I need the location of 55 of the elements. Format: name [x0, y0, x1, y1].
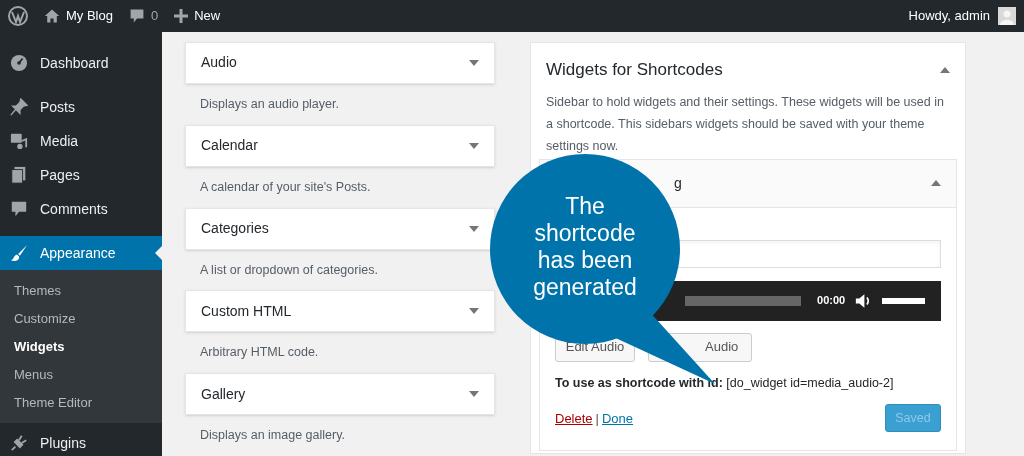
pin-icon — [10, 98, 28, 116]
volume-fill[interactable] — [882, 297, 925, 304]
link-separator: | — [595, 409, 599, 428]
greeting-link[interactable]: Howdy, admin — [908, 6, 990, 26]
done-link[interactable]: Done — [601, 408, 634, 428]
expand-arrow-icon[interactable] — [469, 225, 479, 232]
site-name-link[interactable]: My Blog — [66, 6, 113, 26]
menu-item[interactable]: Plugins — [0, 426, 162, 456]
plug-icon — [10, 434, 28, 452]
progress-track[interactable] — [685, 295, 802, 306]
widget-description: Arbitrary HTML code. — [199, 344, 320, 362]
expand-arrow-icon[interactable] — [469, 391, 479, 398]
widget-area-description: Sidebar to hold widgets and their settings. These widgets will be used in a shortcode. This sidebars widgets should be saved with your theme settings now. — [545, 93, 945, 155]
submenu-item[interactable]: Themes — [0, 277, 162, 305]
widget-description: Displays an image gallery. — [199, 427, 346, 445]
widget-area-title[interactable]: Widgets for Shortcodes — [546, 57, 723, 83]
expand-arrow-icon[interactable] — [469, 142, 479, 149]
widget-header[interactable]: Calendar — [185, 124, 495, 167]
delete-link[interactable]: Delete — [555, 408, 593, 428]
plus-icon — [174, 9, 189, 23]
time-display: 00:00 — [817, 293, 846, 309]
menu-item[interactable]: Appearance — [0, 236, 162, 270]
widget-header[interactable]: Custom HTML — [185, 290, 495, 333]
comments-count[interactable]: 0 — [150, 6, 159, 26]
collapse-arrow-icon[interactable] — [940, 66, 950, 73]
widget-header[interactable]: Audio — [185, 42, 495, 84]
menu-item[interactable]: Posts — [0, 90, 162, 124]
expand-arrow-icon[interactable] — [469, 308, 479, 315]
current-menu-pointer — [155, 246, 162, 260]
menu-item[interactable]: Dashboard — [0, 46, 162, 80]
speech-bubble-icon — [10, 200, 28, 218]
submenu-item[interactable]: Theme Editor — [0, 389, 162, 417]
widget-description: A list or dropdown of categories. — [199, 261, 379, 279]
new-link[interactable]: New — [194, 6, 221, 26]
submenu-item[interactable]: Widgets — [0, 333, 162, 361]
shortcode-text: To use as shortcode with id: [do_widget id=media_audio-2] — [555, 374, 895, 392]
widget-header[interactable]: Gallery — [185, 373, 495, 416]
speech-bubble-icon — [128, 8, 145, 24]
collapse-arrow-icon[interactable] — [931, 180, 941, 186]
submenu-item[interactable]: Customize — [0, 305, 162, 333]
menu-item[interactable]: Pages — [0, 158, 162, 192]
menu-item[interactable]: Comments — [0, 192, 162, 226]
widget-description: Displays an audio player. — [199, 96, 340, 113]
pages-icon — [10, 166, 28, 184]
home-icon — [44, 8, 60, 24]
submenu-item[interactable]: Menus — [0, 361, 162, 389]
widget-header[interactable]: Categories — [185, 207, 495, 250]
menu-item[interactable]: Media — [0, 124, 162, 158]
paintbrush-icon — [10, 244, 28, 262]
media-icon — [10, 132, 28, 150]
gauge-icon — [10, 54, 28, 72]
expand-arrow-icon[interactable] — [469, 59, 479, 66]
widget-description: A calendar of your site's Posts. — [199, 178, 372, 196]
wordpress-logo-icon[interactable] — [8, 6, 28, 26]
widget-title: g — [674, 173, 682, 193]
